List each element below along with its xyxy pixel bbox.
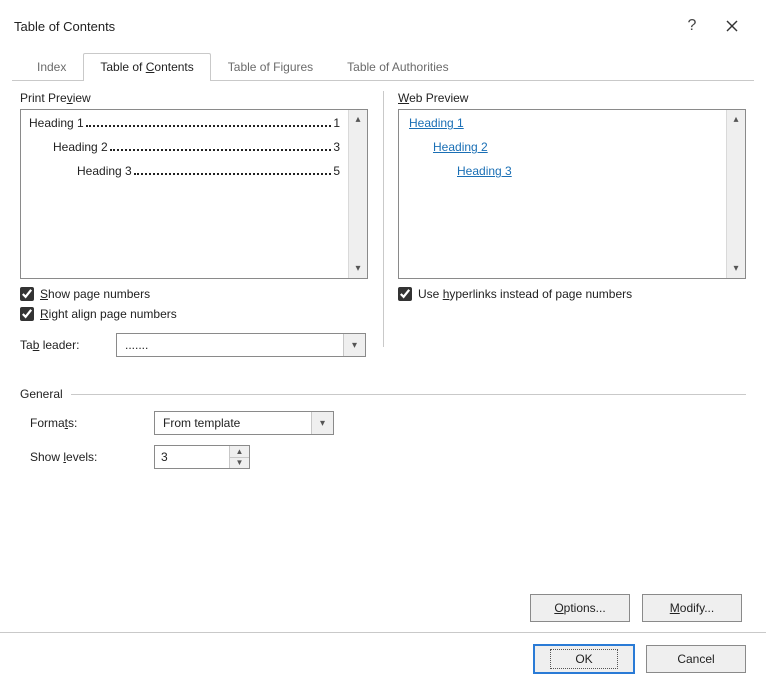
formats-label: Formats: bbox=[30, 416, 154, 430]
chevron-down-icon: ▾ bbox=[311, 412, 333, 434]
tab-leader-label: Tab leader: bbox=[20, 338, 116, 352]
right-align-input[interactable] bbox=[20, 307, 34, 321]
titlebar: Table of Contents ? bbox=[0, 2, 766, 52]
pane-divider bbox=[383, 91, 384, 347]
tab-table-of-figures[interactable]: Table of Figures bbox=[211, 53, 330, 81]
web-preview-link: Heading 3 bbox=[457, 164, 716, 178]
cancel-button[interactable]: Cancel bbox=[646, 645, 746, 673]
scroll-up-icon[interactable]: ▴ bbox=[349, 110, 367, 129]
tab-table-of-authorities[interactable]: Table of Authorities bbox=[330, 53, 465, 81]
close-button[interactable] bbox=[712, 12, 752, 40]
show-levels-spinner[interactable]: 3 ▲ ▼ bbox=[154, 445, 250, 469]
use-hyperlinks-checkbox[interactable]: Use hyperlinks instead of page numbers bbox=[398, 287, 746, 301]
show-levels-label: Show levels: bbox=[30, 450, 154, 464]
print-preview-heading: Heading 1 bbox=[29, 116, 84, 130]
scroll-up-icon[interactable]: ▴ bbox=[727, 110, 745, 129]
chevron-down-icon: ▾ bbox=[343, 334, 365, 356]
tab-table-of-contents[interactable]: Table of Contents bbox=[83, 53, 210, 81]
formats-value: From template bbox=[163, 416, 311, 430]
print-preview-page: 5 bbox=[333, 164, 340, 178]
general-group: General Formats: From template ▾ Show le… bbox=[20, 387, 746, 479]
print-preview: Heading 1 1 Heading 2 3 Heading 3 5 bbox=[21, 110, 348, 278]
show-page-numbers-input[interactable] bbox=[20, 287, 34, 301]
tab-index[interactable]: Index bbox=[20, 53, 83, 81]
web-preview-label: Web Preview bbox=[398, 91, 746, 105]
print-preview-heading: Heading 3 bbox=[77, 164, 132, 178]
help-button[interactable]: ? bbox=[672, 12, 712, 40]
print-preview-page: 3 bbox=[333, 140, 340, 154]
general-legend: General bbox=[20, 387, 63, 401]
tab-leader-select[interactable]: ....... ▾ bbox=[116, 333, 366, 357]
use-hyperlinks-input[interactable] bbox=[398, 287, 412, 301]
web-preview: Heading 1 Heading 2 Heading 3 bbox=[399, 110, 726, 278]
print-preview-scrollbar[interactable]: ▴ ▾ bbox=[348, 110, 367, 278]
close-icon bbox=[726, 20, 738, 32]
show-levels-value[interactable]: 3 bbox=[155, 446, 229, 468]
web-preview-box: Heading 1 Heading 2 Heading 3 ▴ ▾ bbox=[398, 109, 746, 279]
scroll-down-icon[interactable]: ▾ bbox=[727, 259, 745, 278]
right-align-checkbox[interactable]: Right align page numbers bbox=[20, 307, 368, 321]
web-preview-scrollbar[interactable]: ▴ ▾ bbox=[726, 110, 745, 278]
web-preview-link: Heading 2 bbox=[433, 140, 716, 154]
scroll-down-icon[interactable]: ▾ bbox=[349, 259, 367, 278]
print-preview-box: Heading 1 1 Heading 2 3 Heading 3 5 ▴ ▾ bbox=[20, 109, 368, 279]
print-preview-page: 1 bbox=[333, 116, 340, 130]
dialog-title: Table of Contents bbox=[14, 19, 115, 34]
spinner-up-icon[interactable]: ▲ bbox=[230, 446, 249, 457]
web-preview-link: Heading 1 bbox=[409, 116, 716, 130]
ok-button[interactable]: OK bbox=[534, 645, 634, 673]
table-of-contents-dialog: Table of Contents ? Index Table of Conte… bbox=[0, 0, 766, 685]
modify-button[interactable]: Modify... bbox=[642, 594, 742, 622]
show-page-numbers-checkbox[interactable]: Show page numbers bbox=[20, 287, 368, 301]
spinner-down-icon[interactable]: ▼ bbox=[230, 457, 249, 469]
dialog-footer: OK Cancel bbox=[0, 632, 766, 673]
tab-leader-value: ....... bbox=[125, 338, 343, 352]
print-preview-label: Print Preview bbox=[20, 91, 368, 105]
tabstrip: Index Table of Contents Table of Figures… bbox=[12, 52, 754, 81]
formats-select[interactable]: From template ▾ bbox=[154, 411, 334, 435]
options-button[interactable]: Options... bbox=[530, 594, 630, 622]
print-preview-heading: Heading 2 bbox=[53, 140, 108, 154]
